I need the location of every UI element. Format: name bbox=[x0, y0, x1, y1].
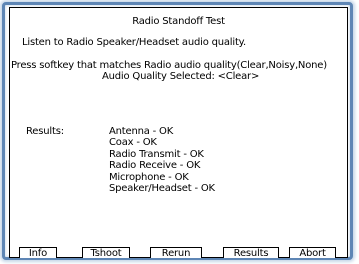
result-item: Speaker/Headset - OK bbox=[109, 183, 215, 194]
display-screen: Radio Standoff Test Listen to Radio Spea… bbox=[9, 7, 348, 258]
app-window: Radio Standoff Test Listen to Radio Spea… bbox=[0, 0, 359, 264]
softkey-results[interactable]: Results bbox=[223, 247, 279, 259]
result-item: Radio Transmit - OK bbox=[109, 149, 204, 160]
result-item: Coax - OK bbox=[109, 137, 157, 148]
softkey-info[interactable]: Info bbox=[19, 247, 57, 259]
instruction-text: Listen to Radio Speaker/Headset audio qu… bbox=[22, 37, 246, 48]
prompt-text: Press softkey that matches Radio audio q… bbox=[11, 60, 327, 71]
result-item: Radio Receive - OK bbox=[109, 160, 201, 171]
softkey-tshoot[interactable]: Tshoot bbox=[82, 247, 130, 259]
result-item: Antenna - OK bbox=[109, 126, 174, 137]
audio-quality-selection: Audio Quality Selected: <Clear> bbox=[102, 71, 260, 82]
page-title: Radio Standoff Test bbox=[132, 16, 225, 27]
softkey-abort[interactable]: Abort bbox=[289, 247, 336, 259]
softkey-rerun[interactable]: Rerun bbox=[150, 247, 202, 259]
result-item: Microphone - OK bbox=[109, 172, 189, 183]
results-label: Results: bbox=[26, 126, 64, 137]
softkey-bar: Info Tshoot Rerun Results Abort bbox=[9, 247, 348, 259]
